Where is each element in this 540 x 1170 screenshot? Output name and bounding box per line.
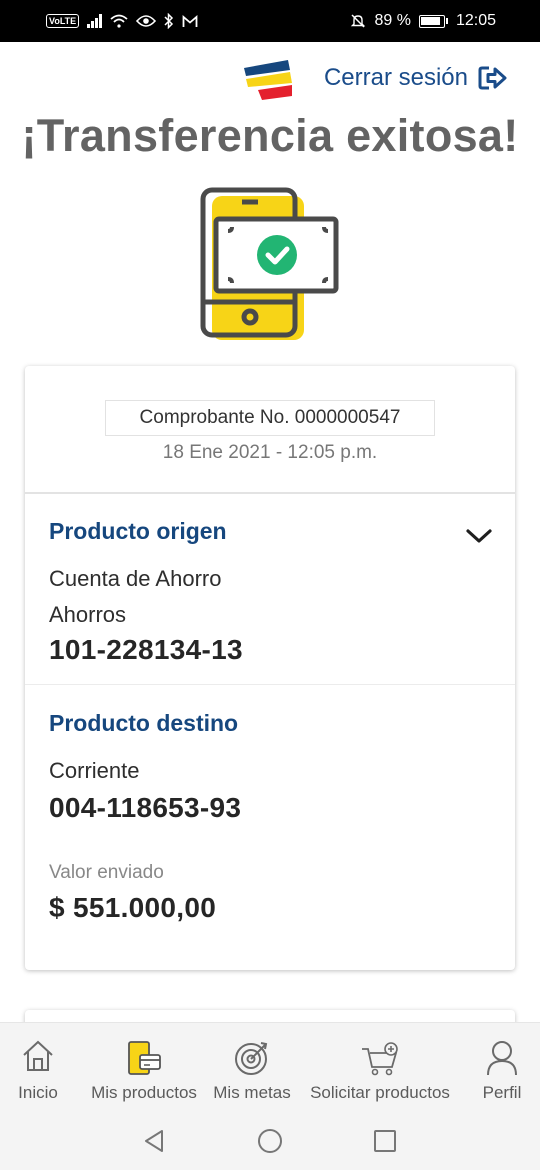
transfer-success-illustration xyxy=(200,187,339,340)
amount-label: Valor enviado xyxy=(49,862,164,883)
origin-account-number: 101-228134-13 xyxy=(49,634,243,665)
bottom-nav: Inicio Mis productos Mis metas Solicitar… xyxy=(0,1022,540,1112)
status-bar: VoLTE 89 % 12:05 xyxy=(0,0,540,42)
divider xyxy=(25,684,515,685)
nav-item-inicio[interactable]: Inicio xyxy=(0,1023,76,1113)
destination-account-number: 004-118653-93 xyxy=(49,792,242,823)
divider xyxy=(25,492,515,494)
gmail-icon xyxy=(182,14,198,27)
page-title: ¡Transferencia exitosa! xyxy=(21,110,519,161)
target-icon xyxy=(235,1042,268,1075)
back-icon[interactable] xyxy=(142,1128,166,1154)
cart-icon xyxy=(362,1042,398,1076)
wifi-icon xyxy=(110,14,128,28)
bluetooth-icon xyxy=(164,13,173,29)
system-nav-bar xyxy=(0,1112,540,1170)
volte-icon: VoLTE xyxy=(46,14,80,28)
battery-icon xyxy=(418,14,448,28)
home-button-icon[interactable] xyxy=(257,1128,283,1154)
destination-title: Producto destino xyxy=(49,710,239,736)
eye-icon xyxy=(135,15,156,27)
recents-icon[interactable] xyxy=(373,1128,397,1154)
products-icon xyxy=(128,1041,161,1075)
logout-label: Cerrar sesión xyxy=(323,64,468,91)
nav-label: Mis productos xyxy=(91,1083,197,1102)
voucher-date: 18 Ene 2021 - 12:05 p.m. xyxy=(162,442,378,463)
receipt-card: Comprobante No. 0000000547 18 Ene 2021 -… xyxy=(25,366,515,970)
origin-account-subtype: Ahorros xyxy=(49,602,127,627)
battery-percent: 89 % xyxy=(374,12,411,29)
origin-account-type: Cuenta de Ahorro xyxy=(49,566,222,591)
bank-logo xyxy=(244,60,292,100)
nav-item-mis-metas[interactable]: Mis metas xyxy=(212,1023,292,1113)
status-left: VoLTE xyxy=(46,13,198,29)
amount-value: $ 551.000,00 xyxy=(49,892,217,923)
logout-button[interactable]: Cerrar sesión xyxy=(324,64,508,92)
nav-label: Inicio xyxy=(18,1083,58,1102)
nav-item-perfil[interactable]: Perfil xyxy=(470,1023,534,1113)
status-right: 89 % 12:05 xyxy=(350,12,496,30)
signal-icon xyxy=(87,14,102,28)
nav-item-solicitar-productos[interactable]: Solicitar productos xyxy=(306,1023,454,1113)
profile-icon xyxy=(487,1041,517,1076)
home-icon xyxy=(23,1040,53,1071)
destination-account-type: Corriente xyxy=(49,758,140,783)
clock: 12:05 xyxy=(455,12,496,29)
voucher-number: Comprobante No. 0000000547 xyxy=(105,400,435,436)
nav-label: Perfil xyxy=(482,1083,522,1102)
nav-label: Mis metas xyxy=(213,1083,291,1102)
logout-icon xyxy=(478,66,507,90)
nav-label: Solicitar productos xyxy=(310,1083,450,1102)
chevron-down-icon[interactable] xyxy=(465,526,493,546)
origin-title: Producto origen xyxy=(49,518,227,544)
nav-item-mis-productos[interactable]: Mis productos xyxy=(88,1023,200,1113)
mute-icon xyxy=(351,14,366,28)
